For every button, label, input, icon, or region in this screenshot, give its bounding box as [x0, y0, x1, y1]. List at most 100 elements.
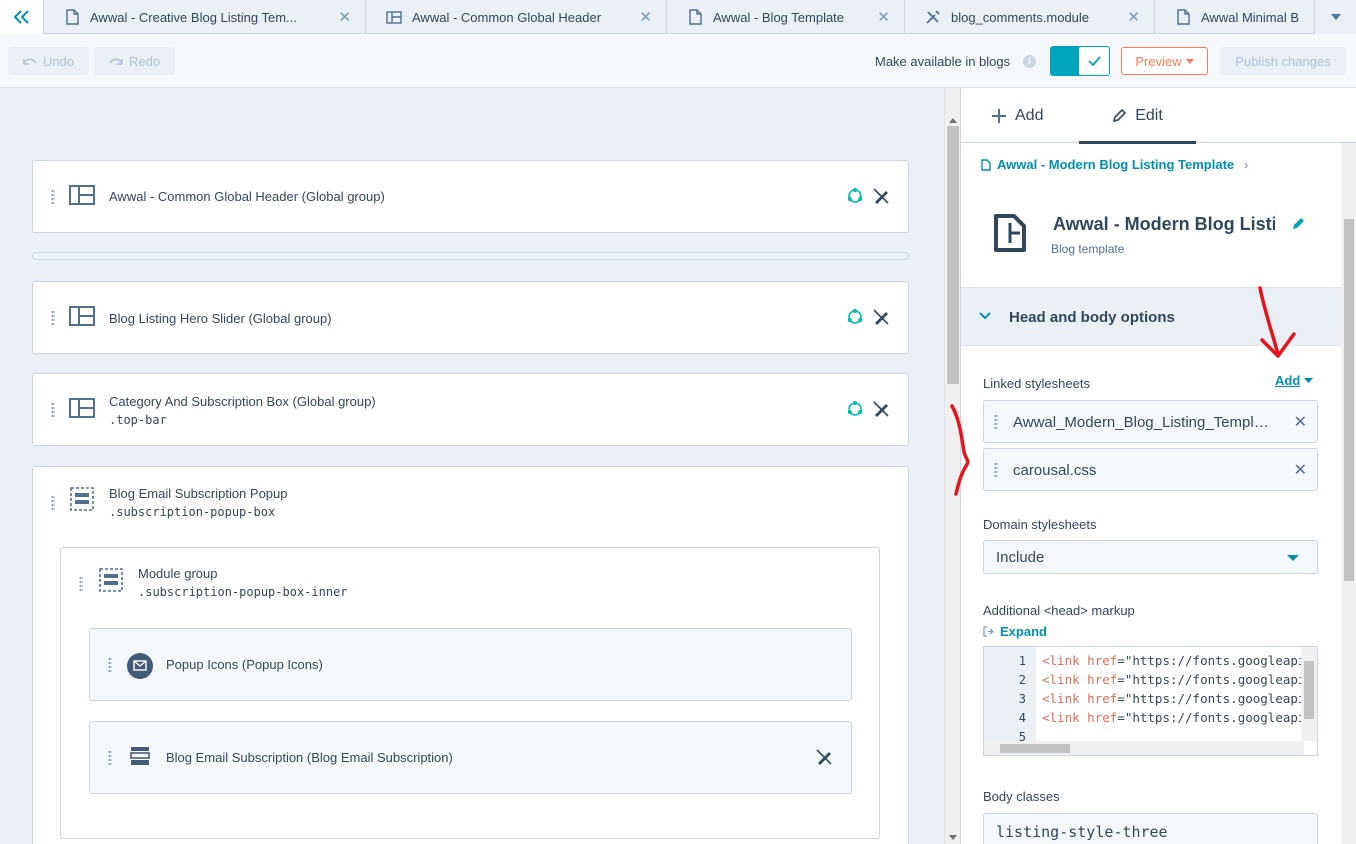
head-markup-editor[interactable]: 1 2 3 4 5 <link href="https://fonts.goog… — [983, 646, 1318, 756]
module-title: Awwal - Common Global Header (Global gro… — [109, 189, 385, 204]
close-icon[interactable]: ✕ — [338, 8, 351, 26]
module-card[interactable]: Awwal - Common Global Header (Global gro… — [32, 160, 909, 233]
module-card[interactable]: Category And Subscription Box (Global gr… — [32, 373, 909, 446]
module-class: .subscription-popup-box — [109, 505, 276, 519]
sidebar-scrollbar[interactable] — [1341, 143, 1356, 844]
module-card[interactable]: Popup Icons (Popup Icons) — [89, 628, 852, 701]
undo-button[interactable]: Undo — [8, 47, 90, 75]
info-icon[interactable]: i — [1023, 55, 1036, 68]
line-number: 2 — [1018, 673, 1026, 687]
drag-handle[interactable] — [51, 189, 55, 205]
drag-handle[interactable] — [51, 495, 55, 511]
scrollbar-thumb[interactable] — [947, 126, 959, 384]
tab-common-global-header[interactable]: Awwal - Common Global Header ✕ — [366, 0, 667, 34]
publish-changes-button[interactable]: Publish changes — [1220, 47, 1346, 75]
template-card: Awwal - Modern Blog Listir Blog template — [961, 186, 1341, 288]
head-body-options-header[interactable]: Head and body options — [961, 288, 1341, 346]
caret-down-icon — [1185, 58, 1194, 64]
lock-edit-icon[interactable] — [872, 187, 890, 205]
make-available-toggle[interactable] — [1050, 46, 1110, 76]
domain-stylesheets-select[interactable]: Include — [983, 540, 1318, 574]
tab-label: Awwal - Common Global Header — [412, 9, 602, 25]
remove-icon[interactable]: ✕ — [1294, 460, 1307, 480]
code-str: "https://fonts.googleapis.com/css — [1124, 710, 1317, 725]
toggle-knob — [1079, 47, 1109, 75]
drag-handle[interactable] — [51, 402, 55, 418]
pencil-icon — [1113, 108, 1127, 123]
document-icon — [64, 9, 80, 25]
select-value: Include — [996, 549, 1045, 566]
global-sync-icon[interactable] — [846, 400, 864, 418]
checkmark-icon — [1087, 56, 1101, 66]
template-type: Blog template — [1051, 242, 1125, 256]
tab-edit[interactable]: Edit — [1079, 88, 1196, 144]
add-label: Add — [1275, 373, 1301, 388]
lock-edit-icon[interactable] — [872, 400, 890, 418]
tab-creative-blog-listing[interactable]: Awwal - Creative Blog Listing Tem... ✕ — [44, 0, 366, 34]
sidebar-body: Awwal - Modern Blog Listir Blog template… — [961, 186, 1341, 844]
template-title: Awwal - Modern Blog Listir — [1053, 214, 1275, 234]
pencil-icon[interactable] — [1291, 216, 1306, 231]
drag-handle[interactable] — [79, 576, 83, 592]
code-eq: = — [1117, 653, 1125, 668]
code-tag: <link — [1042, 691, 1080, 706]
global-sync-icon[interactable] — [846, 308, 864, 326]
editor-toolbar: Undo Redo Make available in blogs i Prev… — [0, 34, 1356, 88]
drag-handle[interactable] — [994, 414, 998, 430]
undo-label: Undo — [43, 53, 75, 69]
tab-minimal-blog[interactable]: Awwal Minimal B — [1155, 0, 1315, 34]
stylesheet-item[interactable]: carousal.css ✕ — [983, 448, 1318, 491]
body-classes-label: Body classes — [983, 789, 1060, 804]
more-tabs-button[interactable] — [1314, 0, 1356, 34]
tab-blog-comments-module[interactable]: blog_comments.module ✕ — [905, 0, 1155, 34]
chevron-down-icon — [979, 312, 991, 320]
lock-edit-icon[interactable] — [815, 748, 833, 766]
add-stylesheet-button[interactable]: Add — [1275, 373, 1314, 388]
close-icon[interactable]: ✕ — [877, 8, 890, 26]
global-sync-icon[interactable] — [846, 187, 864, 205]
module-group-inner[interactable]: Module group .subscription-popup-box-inn… — [60, 547, 880, 839]
tab-add[interactable]: Add — [991, 88, 1043, 143]
drag-handle[interactable] — [108, 657, 112, 673]
tab-add-label: Add — [1015, 106, 1044, 124]
code-vertical-scrollbar[interactable] — [1301, 647, 1317, 741]
remove-icon[interactable]: ✕ — [1294, 412, 1307, 432]
code-horizontal-scrollbar[interactable] — [984, 741, 1304, 755]
document-icon — [687, 9, 703, 25]
layout-icon — [386, 9, 402, 25]
lock-edit-icon[interactable] — [872, 308, 890, 326]
expand-button[interactable]: Expand — [983, 624, 1047, 639]
code-line: <link href="https://fonts.googleapis.com… — [1042, 672, 1317, 687]
preview-label: Preview — [1135, 53, 1182, 69]
drag-handle[interactable] — [994, 462, 998, 478]
drag-handle[interactable] — [108, 750, 112, 766]
publish-label: Publish changes — [1235, 53, 1331, 69]
scrollbar-thumb[interactable] — [1344, 219, 1354, 581]
code-tag: <link — [1042, 672, 1080, 687]
module-card[interactable]: Blog Email Subscription (Blog Email Subs… — [89, 721, 852, 794]
canvas-scrollbar[interactable] — [944, 88, 960, 844]
breadcrumb[interactable]: Awwal - Modern Blog Listing Template › — [981, 157, 1249, 172]
preview-button[interactable]: Preview — [1121, 47, 1208, 75]
tab-blog-template[interactable]: Awwal - Blog Template ✕ — [667, 0, 905, 34]
close-icon[interactable]: ✕ — [639, 8, 652, 26]
section-title: Head and body options — [1009, 309, 1175, 326]
scroll-down-arrow[interactable] — [949, 835, 957, 840]
stylesheet-item[interactable]: Awwal_Modern_Blog_Listing_Template.css ✕ — [983, 400, 1318, 443]
module-card[interactable]: Blog Listing Hero Slider (Global group) — [32, 281, 909, 354]
code-str: "https://fonts.googleapis.com/css — [1124, 691, 1317, 706]
scrollbar-thumb[interactable] — [1000, 744, 1070, 753]
global-group-icon — [69, 306, 95, 326]
document-icon — [981, 158, 991, 171]
scroll-up-arrow[interactable] — [949, 118, 957, 123]
head-markup-label: Additional <head> markup — [983, 603, 1135, 618]
body-classes-input[interactable]: listing-style-three — [983, 813, 1318, 844]
redo-button[interactable]: Redo — [94, 47, 176, 75]
drag-handle[interactable] — [51, 310, 55, 326]
domain-stylesheets-label: Domain stylesheets — [983, 517, 1097, 532]
close-icon[interactable]: ✕ — [1127, 8, 1140, 26]
scrollbar-thumb[interactable] — [1304, 661, 1314, 719]
module-group-card[interactable]: Blog Email Subscription Popup .subscript… — [32, 466, 909, 844]
code-attr: href — [1087, 710, 1118, 725]
collapse-sidebar-button[interactable] — [0, 0, 44, 34]
